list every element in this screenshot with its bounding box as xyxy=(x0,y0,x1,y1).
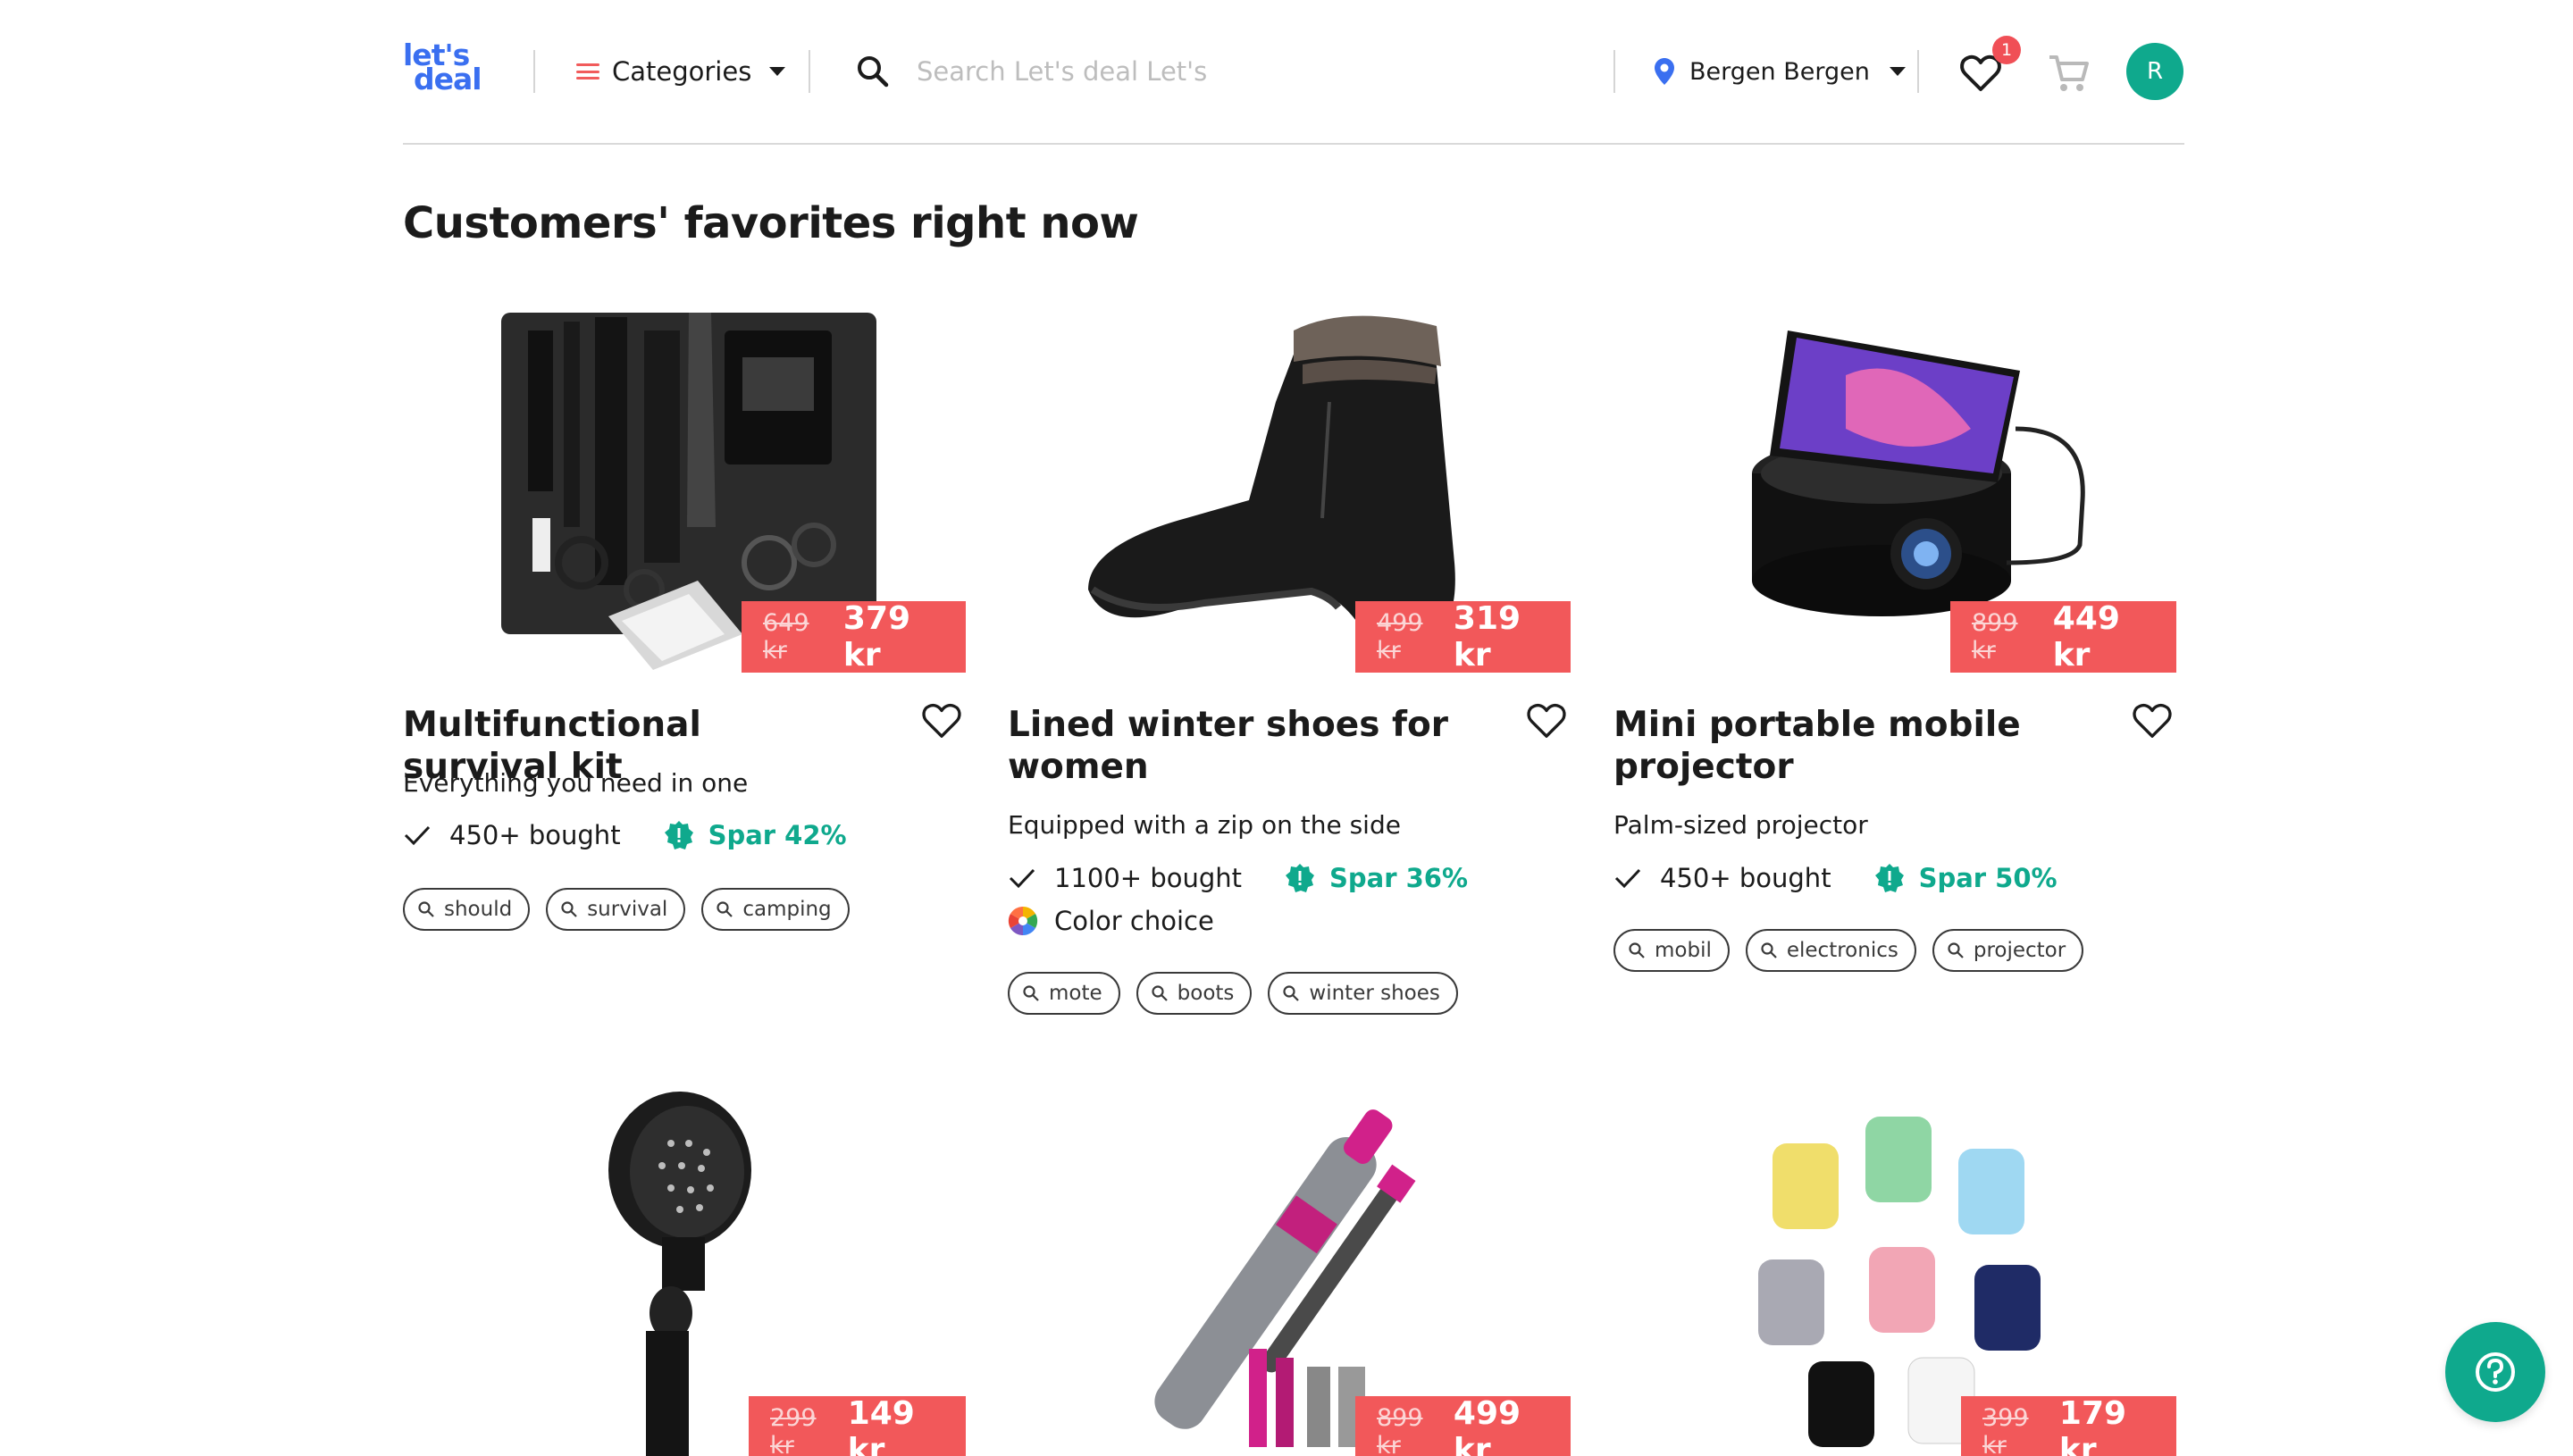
old-price: 899 kr xyxy=(1972,609,2018,665)
categories-label: Categories xyxy=(612,56,752,87)
tag-label: camping xyxy=(742,898,832,921)
new-price: 149 kr xyxy=(847,1395,915,1456)
location-label: Bergen Bergen xyxy=(1689,57,1870,86)
cart-icon[interactable] xyxy=(2047,52,2090,95)
new-price: 379 kr xyxy=(842,600,911,674)
user-avatar[interactable]: R xyxy=(2126,43,2183,100)
search-tag[interactable]: mote xyxy=(1008,972,1120,1015)
header-divider xyxy=(533,50,535,93)
search-tag[interactable]: electronics xyxy=(1745,929,1916,972)
old-price: 299 kr xyxy=(770,1404,817,1456)
logo-line-2: deal xyxy=(414,62,482,96)
new-price: 179 kr xyxy=(2058,1395,2127,1456)
tag-label: mote xyxy=(1049,982,1102,1005)
price-tag[interactable]: 299 kr 149 kr xyxy=(749,1395,966,1456)
search-tag[interactable]: should xyxy=(403,888,531,931)
discount-badge-icon xyxy=(664,821,693,849)
search-icon xyxy=(1023,985,1039,1001)
product-card[interactable]: 299 kr 149 kr xyxy=(403,1090,966,1456)
search-tag[interactable]: survival xyxy=(546,888,686,931)
page-title: Customers' favorites right now xyxy=(403,198,1139,248)
new-price: 319 kr xyxy=(1453,600,1521,674)
discount-percent: Spar 42% xyxy=(708,820,847,850)
product-subtitle: Everything you need in one xyxy=(403,768,749,798)
search-tag[interactable]: boots xyxy=(1136,972,1253,1015)
color-choice: Color choice xyxy=(1008,906,1214,936)
search-icon xyxy=(1283,985,1300,1001)
color-wheel-icon xyxy=(1008,906,1038,936)
search-icon xyxy=(1629,942,1645,958)
location-selector[interactable]: Bergen Bergen xyxy=(1654,52,1906,91)
logo[interactable]: let's deal xyxy=(403,40,492,96)
search-tag[interactable]: camping xyxy=(701,888,850,931)
chevron-down-icon xyxy=(769,67,786,76)
search-icon xyxy=(561,901,577,917)
search-icon xyxy=(418,901,434,917)
old-price: 399 kr xyxy=(1982,1404,2029,1456)
search-tag[interactable]: projector xyxy=(1932,929,2084,972)
product-subtitle: Equipped with a zip on the side xyxy=(1008,810,1401,840)
discount-badge-icon xyxy=(1286,864,1315,892)
old-price: 649 kr xyxy=(763,609,809,665)
search-icon xyxy=(717,901,733,917)
search-icon xyxy=(1761,942,1777,958)
tag-label: winter shoes xyxy=(1309,982,1440,1005)
product-card[interactable]: 399 kr 179 kr xyxy=(1613,1090,2176,1456)
discount-percent: Spar 36% xyxy=(1329,863,1469,893)
price-tag[interactable]: 499 kr 319 kr xyxy=(1355,600,1571,674)
old-price: 499 kr xyxy=(1377,609,1423,665)
tag-list: mobil electronics projector xyxy=(1613,929,2084,972)
new-price: 449 kr xyxy=(2052,600,2120,674)
location-pin-icon xyxy=(1655,58,1674,85)
product-title[interactable]: Mini portable mobile projector xyxy=(1613,704,2078,788)
check-icon xyxy=(1614,868,1641,889)
tag-label: projector xyxy=(1973,939,2066,962)
header-divider xyxy=(1917,50,1919,93)
old-price: 899 kr xyxy=(1377,1404,1423,1456)
tag-label: boots xyxy=(1177,982,1235,1005)
favorite-heart-icon[interactable] xyxy=(1526,702,1567,740)
chevron-down-icon xyxy=(1889,67,1906,76)
bought-count: 450+ bought xyxy=(449,820,621,850)
product-card[interactable]: 899 kr 499 kr xyxy=(1008,1090,1571,1456)
check-icon xyxy=(404,825,431,846)
discount-badge-icon xyxy=(1874,864,1904,892)
favorite-heart-icon[interactable] xyxy=(2132,702,2173,740)
check-icon xyxy=(1009,868,1035,889)
bought-count: 1100+ bought xyxy=(1054,863,1243,893)
product-subtitle: Palm-sized projector xyxy=(1613,810,1868,840)
help-button[interactable] xyxy=(2445,1322,2545,1422)
tag-label: survival xyxy=(587,898,668,921)
categories-button[interactable]: Categories xyxy=(576,52,786,91)
header-divider xyxy=(1613,50,1615,93)
tag-label: mobil xyxy=(1655,939,1712,962)
site-header: let's deal Categories Bergen Bergen 1 R xyxy=(403,0,2184,145)
tag-label: should xyxy=(444,898,513,921)
color-choice-label: Color choice xyxy=(1054,906,1214,936)
favorite-heart-icon[interactable] xyxy=(921,702,962,740)
discount-percent: Spar 50% xyxy=(1918,863,2058,893)
search-icon xyxy=(1152,985,1168,1001)
tag-list: mote boots winter shoes xyxy=(1008,972,1458,1015)
tag-list: should survival camping xyxy=(403,888,850,931)
header-divider xyxy=(809,50,810,93)
product-title[interactable]: Lined winter shoes for women xyxy=(1008,704,1472,788)
product-meta: 450+ bought Spar 42% xyxy=(403,820,847,850)
product-meta: 450+ bought Spar 50% xyxy=(1613,863,2058,893)
search-icon xyxy=(1948,942,1964,958)
price-tag[interactable]: 649 kr 379 kr xyxy=(742,600,966,674)
price-tag[interactable]: 899 kr 499 kr xyxy=(1355,1395,1571,1456)
bought-count: 450+ bought xyxy=(1660,863,1831,893)
search-icon[interactable] xyxy=(855,54,891,89)
tag-label: electronics xyxy=(1786,939,1898,962)
hamburger-icon xyxy=(576,63,599,79)
new-price: 499 kr xyxy=(1453,1395,1521,1456)
price-tag[interactable]: 399 kr 179 kr xyxy=(1961,1395,2176,1456)
price-tag[interactable]: 899 kr 449 kr xyxy=(1950,600,2176,674)
help-icon xyxy=(2476,1352,2515,1392)
product-meta: 1100+ bought Spar 36% xyxy=(1008,863,1468,893)
search-tag[interactable]: mobil xyxy=(1613,929,1730,972)
wishlist-count-badge: 1 xyxy=(1992,36,2021,64)
search-tag[interactable]: winter shoes xyxy=(1268,972,1458,1015)
